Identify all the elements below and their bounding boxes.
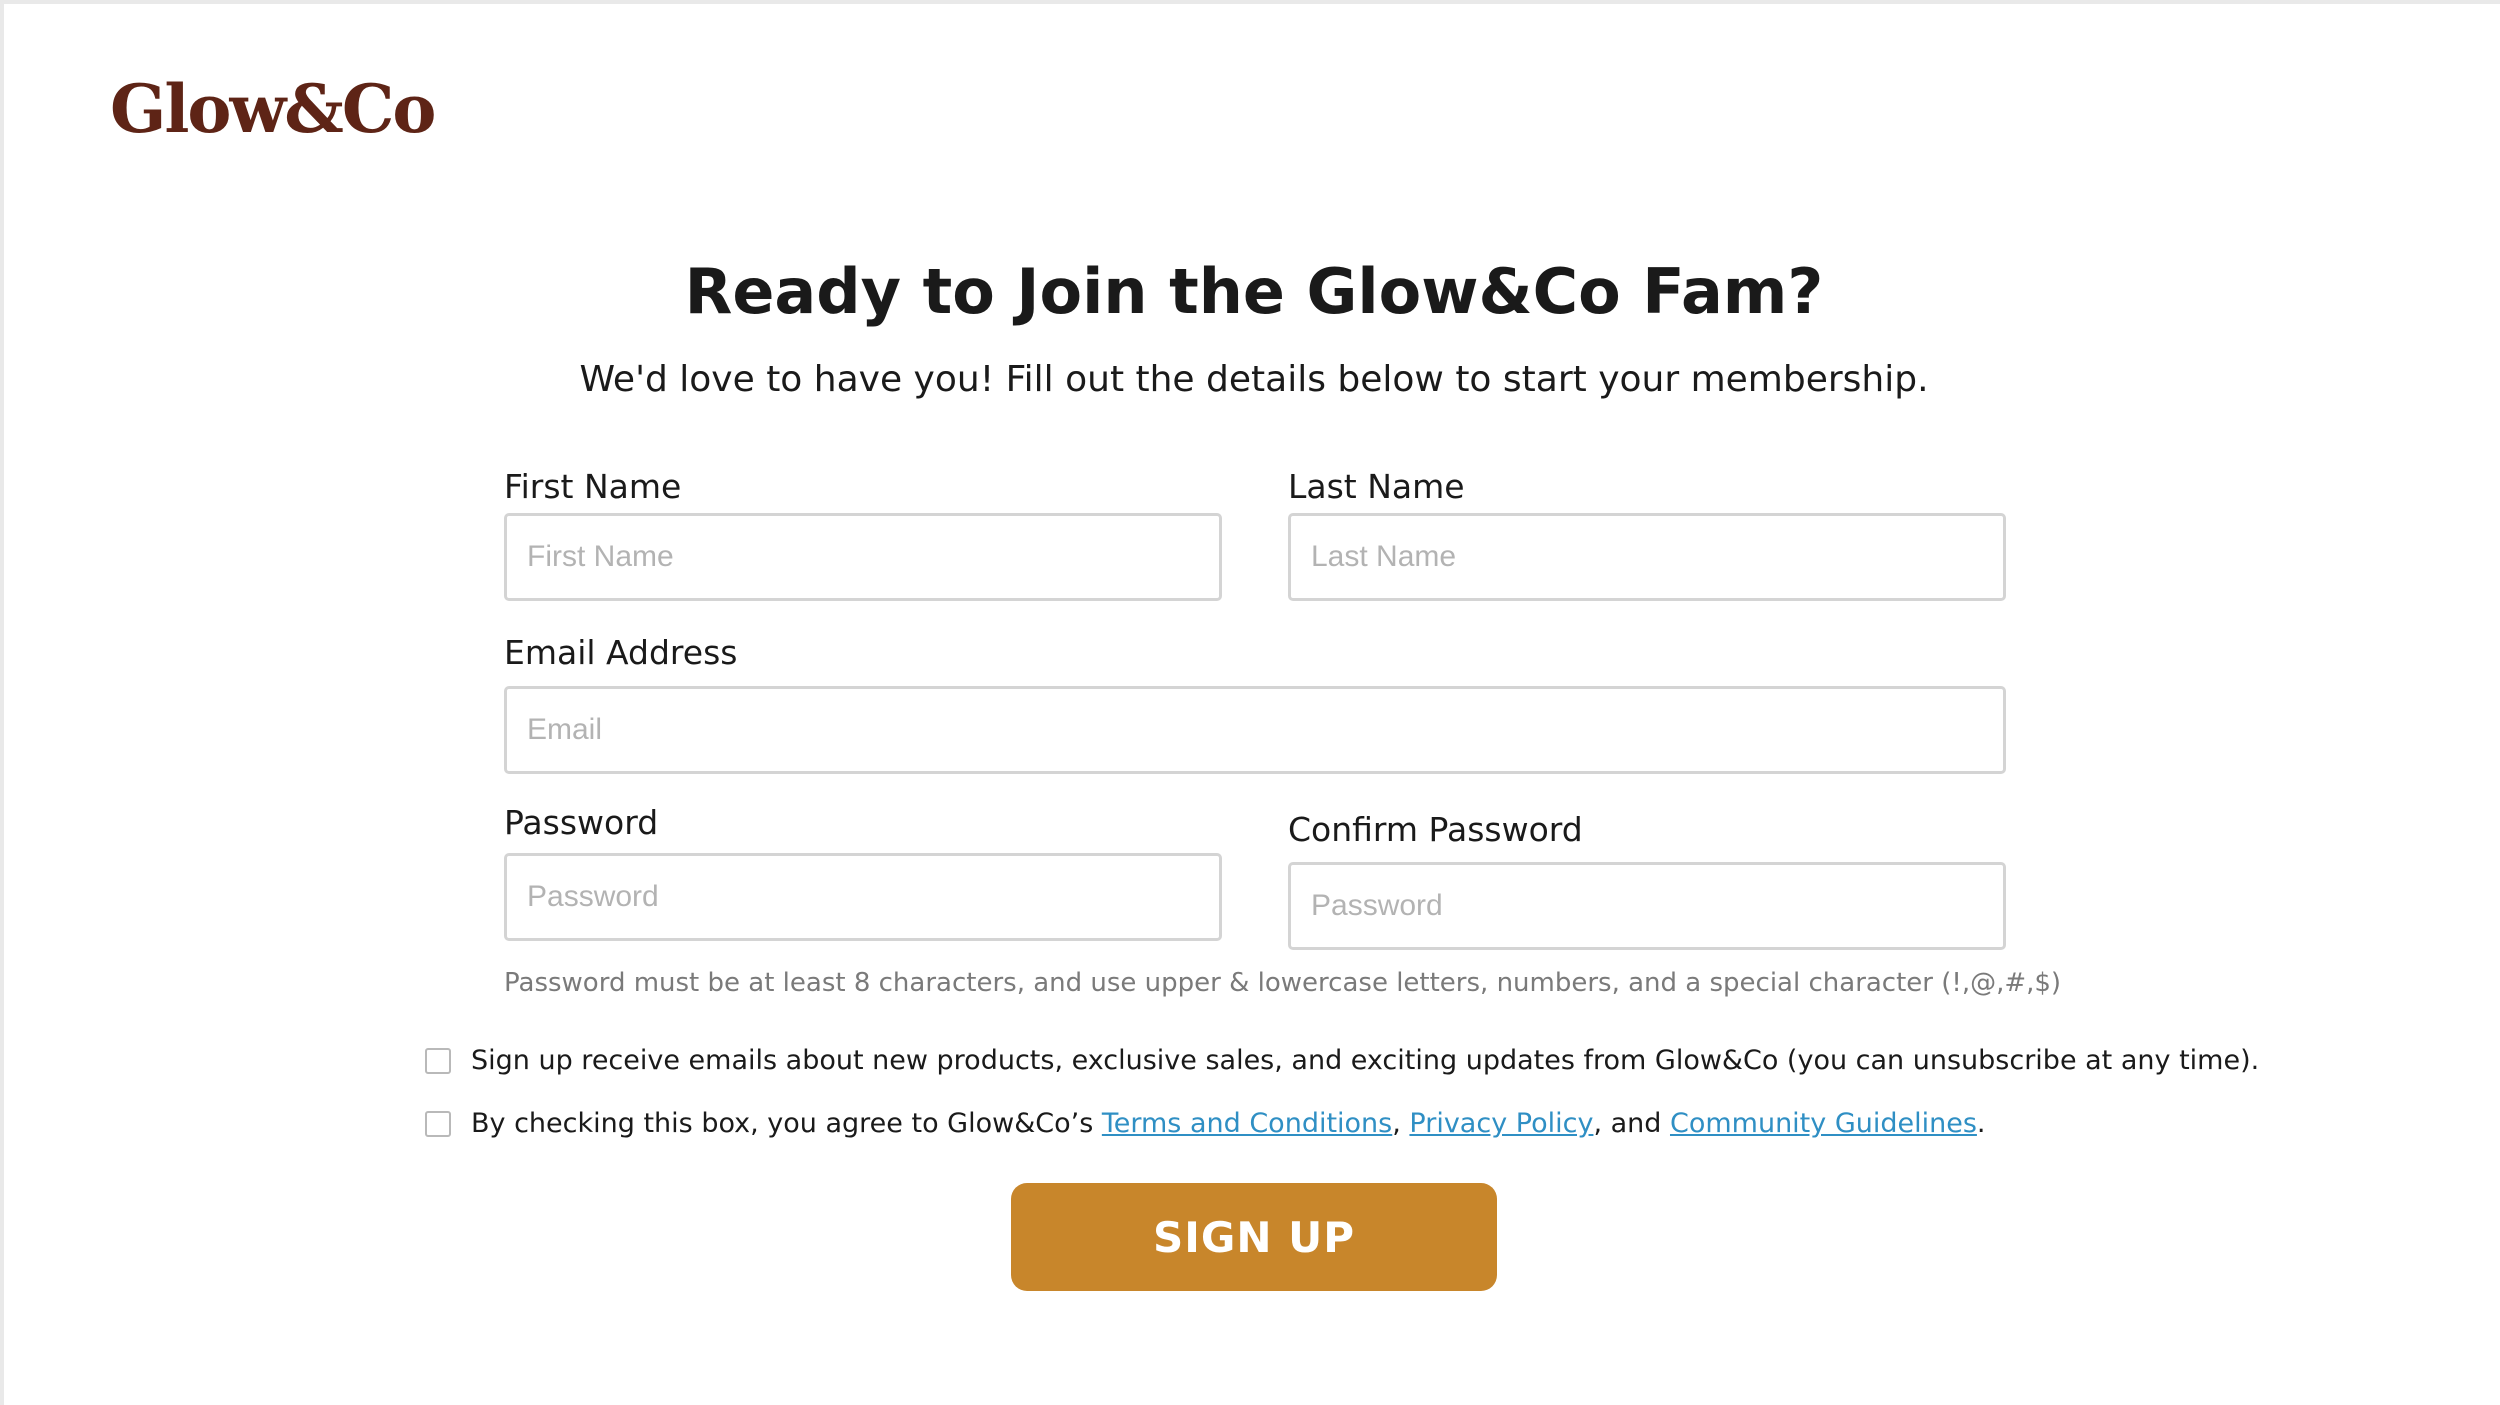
email-input[interactable] <box>504 686 2006 774</box>
page-subtitle: We'd love to have you! Fill out the deta… <box>579 359 1929 400</box>
password-input[interactable] <box>504 853 1222 941</box>
terms-separator-2: , and <box>1593 1108 1670 1139</box>
terms-separator-1: , <box>1392 1108 1410 1139</box>
last-name-input[interactable] <box>1288 513 2006 601</box>
sign-up-button[interactable]: SIGN UP <box>1011 1183 1497 1291</box>
terms-and-conditions-link[interactable]: Terms and Conditions <box>1102 1108 1392 1139</box>
terms-consent-row: By checking this box, you agree to Glow&… <box>425 1108 1986 1140</box>
confirm-password-input[interactable] <box>1288 862 2006 950</box>
password-label: Password <box>504 803 659 842</box>
community-guidelines-link[interactable]: Community Guidelines <box>1670 1108 1977 1139</box>
email-label: Email Address <box>504 633 738 672</box>
terms-checkbox[interactable] <box>425 1111 451 1138</box>
newsletter-consent-text: Sign up receive emails about new product… <box>471 1045 2260 1076</box>
terms-consent-text: By checking this box, you agree to Glow&… <box>471 1108 1986 1140</box>
page-title: Ready to Join the Glow&Co Fam? <box>684 255 1824 328</box>
confirm-password-label: Confirm Password <box>1288 810 1583 849</box>
last-name-label: Last Name <box>1288 467 1465 506</box>
terms-prefix-text: By checking this box, you agree to Glow&… <box>471 1108 1102 1139</box>
password-requirements-hint: Password must be at least 8 characters, … <box>504 968 2062 998</box>
brand-logo[interactable]: Glow&Co <box>110 76 436 142</box>
terms-suffix-text: . <box>1976 1108 1986 1139</box>
newsletter-consent-row: Sign up receive emails about new product… <box>425 1045 2259 1077</box>
newsletter-checkbox[interactable] <box>425 1048 451 1075</box>
first-name-input[interactable] <box>504 513 1222 601</box>
privacy-policy-link[interactable]: Privacy Policy <box>1409 1108 1593 1139</box>
first-name-label: First Name <box>504 467 682 506</box>
